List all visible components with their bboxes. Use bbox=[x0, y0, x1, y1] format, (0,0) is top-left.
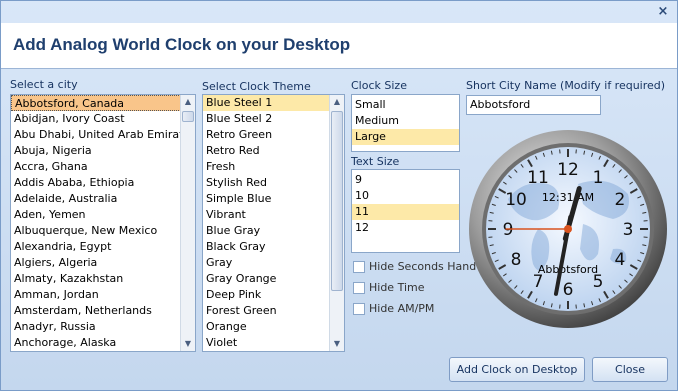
scroll-down-icon[interactable]: ▼ bbox=[330, 337, 344, 351]
dialog-window: × Add Analog World Clock on your Desktop… bbox=[0, 0, 678, 391]
list-item[interactable]: Medium bbox=[352, 113, 459, 129]
clock-size-label: Clock Size bbox=[351, 79, 407, 92]
clock-number: 8 bbox=[511, 250, 522, 270]
clock-number: 1 bbox=[593, 168, 604, 188]
list-item[interactable]: Abuja, Nigeria bbox=[11, 143, 195, 159]
scroll-up-icon[interactable]: ▲ bbox=[181, 95, 195, 109]
clock-time-text: 12:31 AM bbox=[542, 191, 594, 204]
theme-label: Select Clock Theme bbox=[202, 80, 311, 93]
header-panel: Add Analog World Clock on your Desktop bbox=[1, 23, 677, 69]
hide-seconds-label: Hide Seconds Hand bbox=[369, 260, 477, 273]
close-button[interactable]: Close bbox=[592, 357, 668, 382]
list-item[interactable]: Almaty, Kazakhstan bbox=[11, 271, 195, 287]
text-size-listbox[interactable]: 9 10 11 12 bbox=[351, 169, 460, 253]
list-item[interactable]: Algiers, Algeria bbox=[11, 255, 195, 271]
clock-number: 9 bbox=[503, 220, 514, 240]
list-item[interactable]: Violet bbox=[203, 335, 344, 351]
close-icon[interactable]: × bbox=[655, 4, 671, 20]
clock-number: 2 bbox=[615, 190, 626, 210]
scroll-thumb[interactable] bbox=[182, 111, 194, 122]
clock-center-cap bbox=[564, 225, 572, 233]
list-item[interactable]: Abidjan, Ivory Coast bbox=[11, 111, 195, 127]
list-item[interactable]: Aden, Yemen bbox=[11, 207, 195, 223]
text-size-label: Text Size bbox=[351, 155, 400, 168]
checkbox-box[interactable] bbox=[353, 302, 365, 315]
list-item[interactable]: Stylish Red bbox=[203, 175, 344, 191]
hide-time-label: Hide Time bbox=[369, 281, 425, 294]
city-label: Select a city bbox=[10, 78, 78, 91]
theme-scrollbar[interactable]: ▲ ▼ bbox=[329, 95, 344, 351]
page-title: Add Analog World Clock on your Desktop bbox=[13, 35, 351, 54]
clock-number: 11 bbox=[527, 168, 549, 188]
list-item[interactable]: Fresh bbox=[203, 159, 344, 175]
city-scrollbar[interactable]: ▲ ▼ bbox=[180, 95, 195, 351]
list-item[interactable]: Addis Ababa, Ethiopia bbox=[11, 175, 195, 191]
clock-number: 6 bbox=[563, 280, 574, 300]
list-item[interactable]: Retro Green bbox=[203, 127, 344, 143]
hide-seconds-checkbox[interactable]: Hide Seconds Hand bbox=[353, 260, 476, 273]
list-item[interactable]: Abbotsford, Canada bbox=[11, 95, 195, 111]
hide-ampm-checkbox[interactable]: Hide AM/PM bbox=[353, 302, 434, 315]
clock-preview: 12 1234567891011 12:31 AM Abbotsford bbox=[469, 130, 667, 328]
add-clock-button[interactable]: Add Clock on Desktop bbox=[449, 357, 585, 382]
list-item[interactable]: Anadyr, Russia bbox=[11, 319, 195, 335]
list-item[interactable]: Amman, Jordan bbox=[11, 287, 195, 303]
list-item[interactable]: Simple Blue bbox=[203, 191, 344, 207]
scroll-up-icon[interactable]: ▲ bbox=[330, 95, 344, 109]
short-name-label: Short City Name (Modify if required) bbox=[466, 79, 666, 92]
list-item[interactable]: Deep Pink bbox=[203, 287, 344, 303]
list-item[interactable]: Anchorage, Alaska bbox=[11, 335, 195, 351]
list-item[interactable]: Large bbox=[352, 129, 459, 145]
clock-size-listbox[interactable]: Small Medium Large bbox=[351, 94, 460, 152]
list-item[interactable]: 12 bbox=[352, 220, 459, 236]
list-item[interactable]: 9 bbox=[352, 172, 459, 188]
list-item[interactable]: Alexandria, Egypt bbox=[11, 239, 195, 255]
list-item[interactable]: Forest Green bbox=[203, 303, 344, 319]
list-item[interactable]: Accra, Ghana bbox=[11, 159, 195, 175]
list-item[interactable]: Black Gray bbox=[203, 239, 344, 255]
list-item[interactable]: Adelaide, Australia bbox=[11, 191, 195, 207]
list-item[interactable]: Blue Gray bbox=[203, 223, 344, 239]
clock-number: 3 bbox=[623, 220, 634, 240]
theme-listbox[interactable]: Blue Steel 1 Blue Steel 2 Retro Green Retro… bbox=[202, 94, 345, 352]
hide-ampm-label: Hide AM/PM bbox=[369, 302, 435, 315]
hide-time-checkbox[interactable]: Hide Time bbox=[353, 281, 425, 294]
list-item[interactable]: Gray Orange bbox=[203, 271, 344, 287]
checkbox-box[interactable] bbox=[353, 260, 365, 273]
list-item[interactable]: Amsterdam, Netherlands bbox=[11, 303, 195, 319]
clock-number: 12 bbox=[557, 160, 579, 180]
list-item[interactable]: Abu Dhabi, United Arab Emirates bbox=[11, 127, 195, 143]
list-item[interactable]: 11 bbox=[352, 204, 459, 220]
city-listbox[interactable]: Abbotsford, Canada Abidjan, Ivory Coast Ab… bbox=[10, 94, 196, 352]
list-item[interactable]: Blue Steel 1 bbox=[203, 95, 344, 111]
list-item[interactable]: 10 bbox=[352, 188, 459, 204]
list-item[interactable]: Retro Red bbox=[203, 143, 344, 159]
checkbox-box[interactable] bbox=[353, 281, 365, 294]
title-bar: × bbox=[1, 1, 677, 23]
list-item[interactable]: Orange bbox=[203, 319, 344, 335]
scroll-down-icon[interactable]: ▼ bbox=[181, 337, 195, 351]
list-item[interactable]: Albuquerque, New Mexico bbox=[11, 223, 195, 239]
list-item[interactable]: Blue Steel 2 bbox=[203, 111, 344, 127]
list-item[interactable]: Small bbox=[352, 97, 459, 113]
clock-number: 10 bbox=[505, 190, 527, 210]
clock-city-text: Abbotsford bbox=[538, 263, 598, 276]
short-name-input[interactable]: Abbotsford bbox=[466, 95, 601, 115]
scroll-thumb[interactable] bbox=[331, 111, 343, 291]
list-item[interactable]: Gray bbox=[203, 255, 344, 271]
clock-number: 4 bbox=[615, 250, 626, 270]
list-item[interactable]: Vibrant bbox=[203, 207, 344, 223]
